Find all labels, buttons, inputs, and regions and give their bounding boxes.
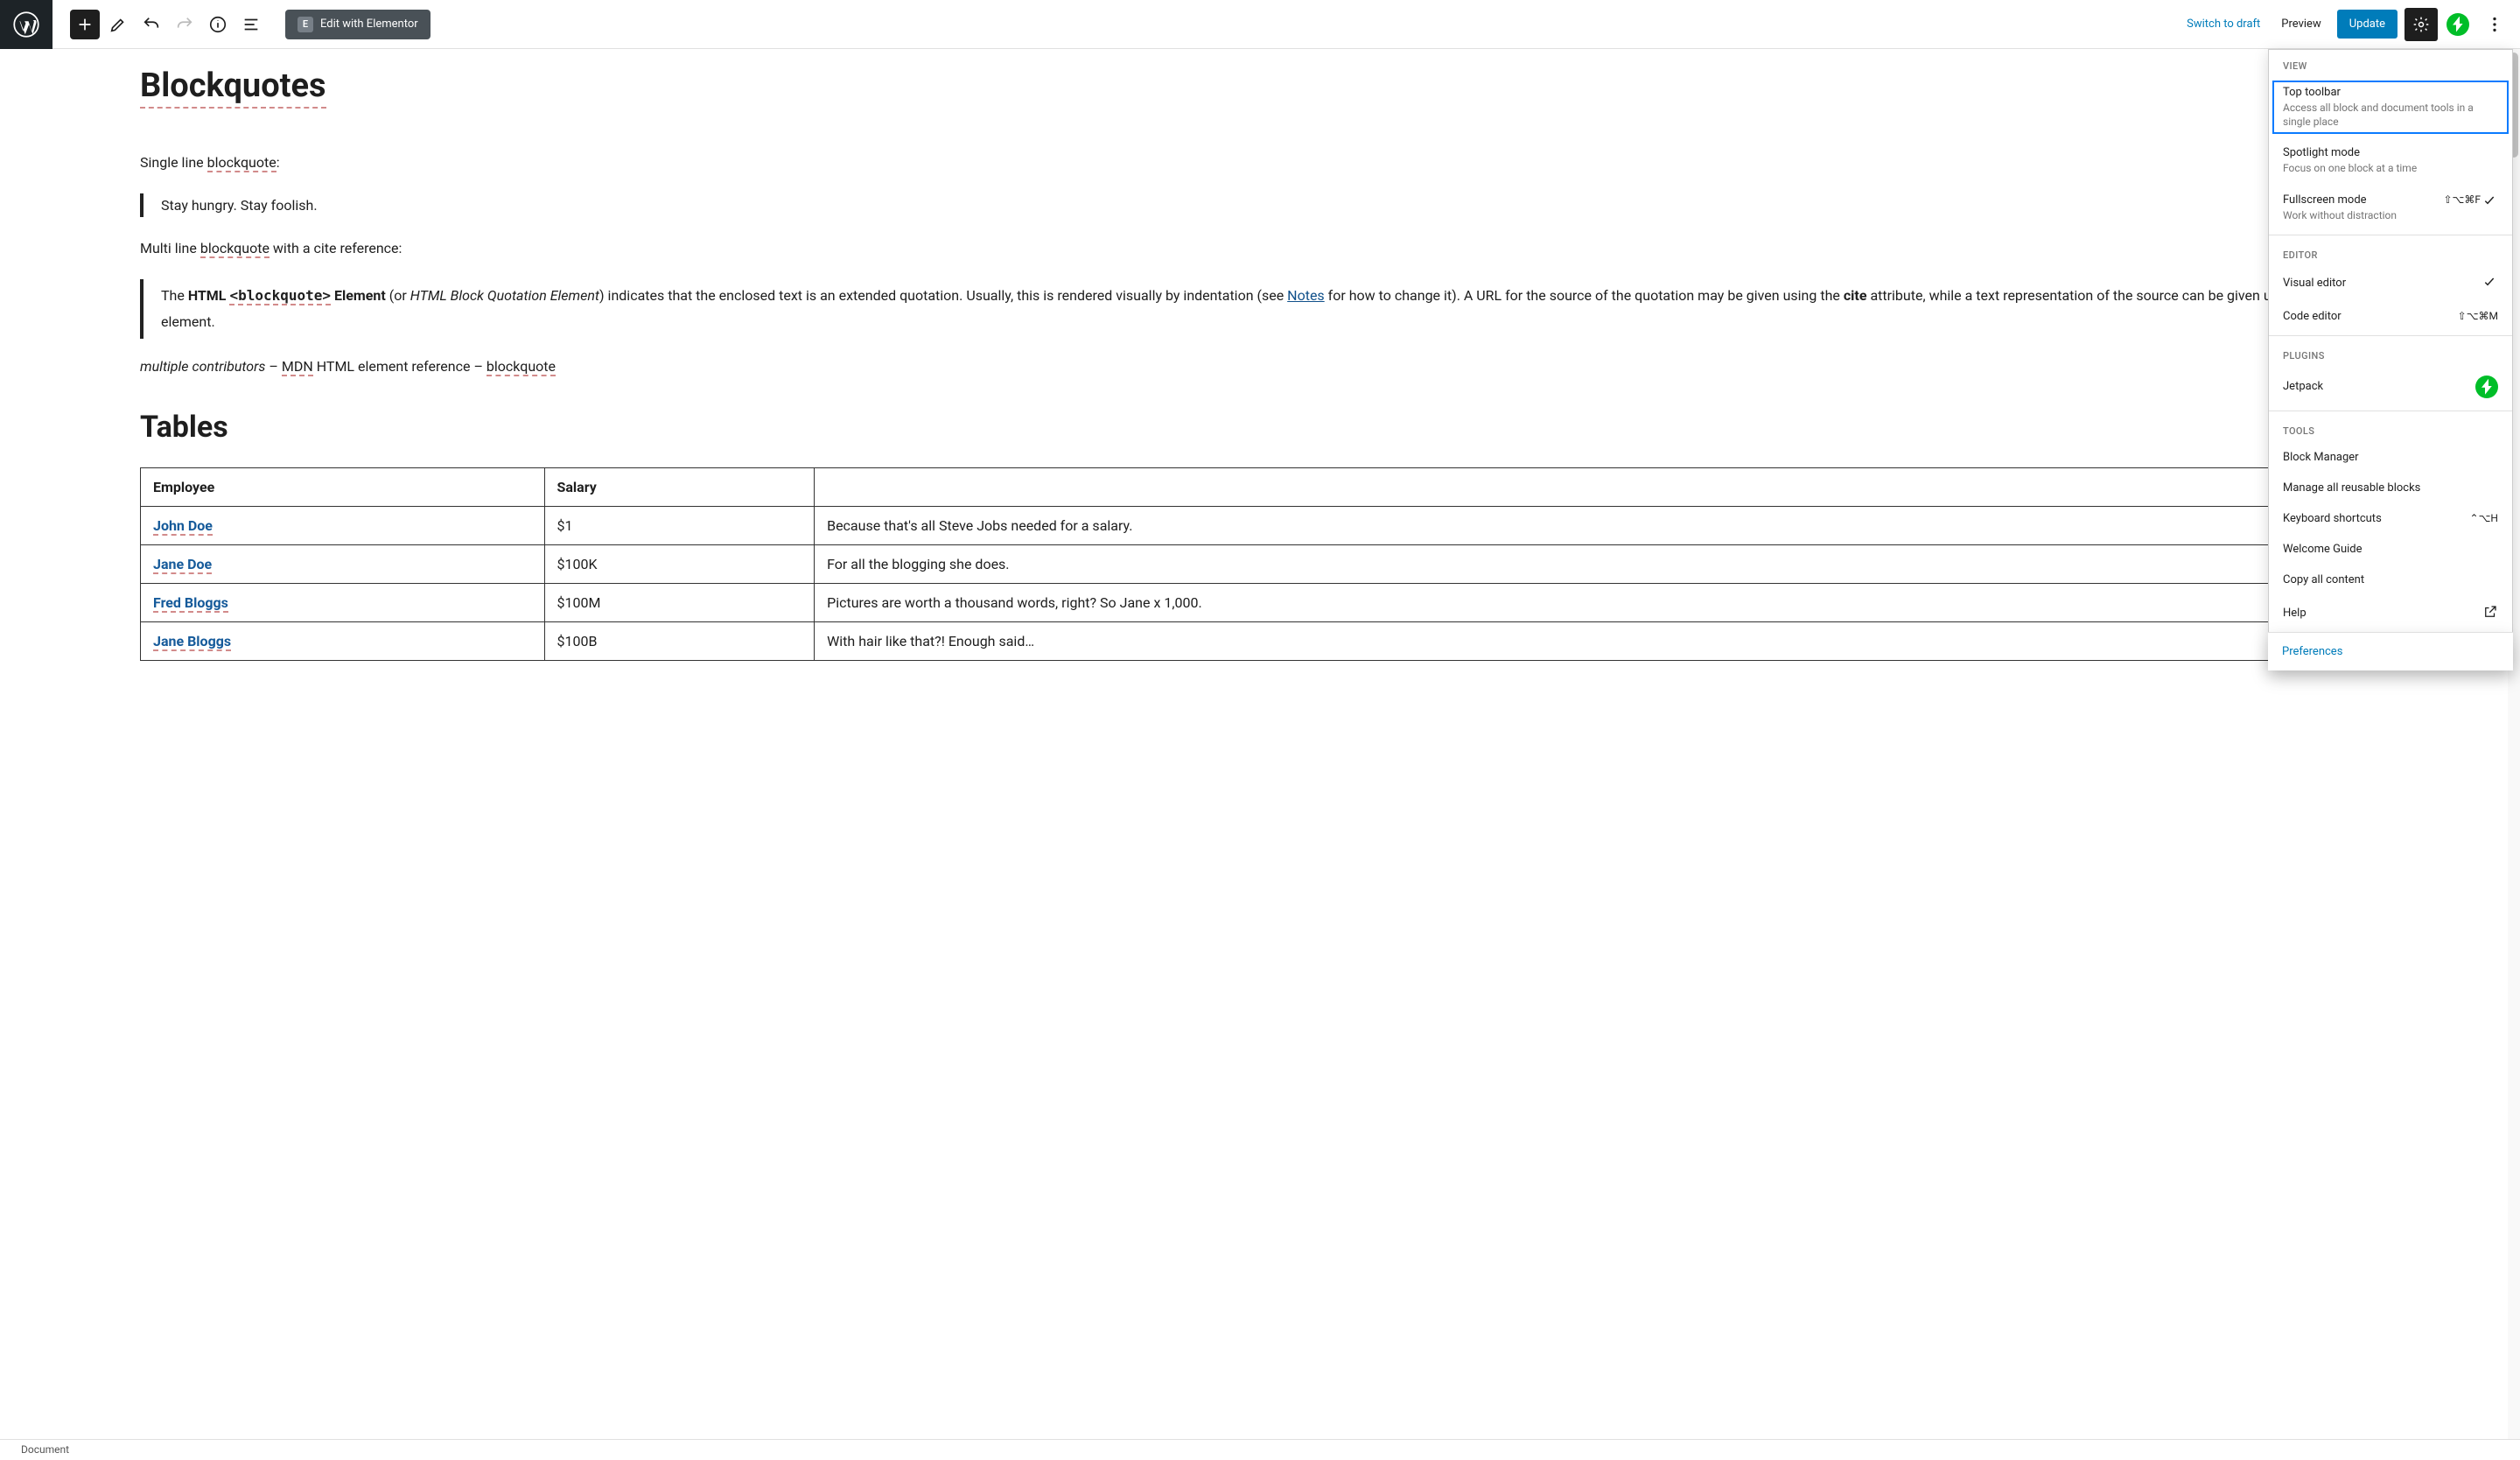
employee-link[interactable]: Fred Bloggs <box>153 594 228 613</box>
heading-tables[interactable]: Tables <box>140 410 2380 445</box>
heading-blockquotes[interactable]: Blockquotes <box>140 67 326 109</box>
employee-link[interactable]: John Doe <box>153 517 213 536</box>
employee-table[interactable]: Employee Salary John Doe $1 Because that… <box>140 467 2380 661</box>
status-bar: Document <box>0 1439 2520 1460</box>
editor-canvas[interactable]: Blockquotes Single line blockquote: Stay… <box>0 49 2520 1439</box>
wordpress-logo[interactable] <box>0 0 52 49</box>
visual-editor-option[interactable]: Visual editor <box>2269 266 2512 301</box>
preview-link[interactable]: Preview <box>2271 11 2331 38</box>
top-toolbar-option[interactable]: Top toolbar Access all block and documen… <box>2269 77 2512 137</box>
info-button[interactable] <box>203 10 233 39</box>
top-bar: E Edit with Elementor Switch to draft Pr… <box>0 0 2520 49</box>
citation-line[interactable]: multiple contributors – MDN HTML element… <box>140 358 2380 375</box>
code-editor-option[interactable]: Code editor ⇧⌥⌘M <box>2269 301 2512 332</box>
external-link-icon <box>2482 604 2498 623</box>
welcome-guide-option[interactable]: Welcome Guide <box>2269 534 2512 565</box>
redo-button <box>170 10 200 39</box>
th-note <box>815 467 2380 506</box>
th-salary: Salary <box>544 467 815 506</box>
copy-all-content-option[interactable]: Copy all content <box>2269 565 2512 595</box>
breadcrumb[interactable]: Document <box>21 1443 69 1456</box>
fullscreen-mode-option[interactable]: Fullscreen mode Work without distraction… <box>2269 185 2512 231</box>
update-button[interactable]: Update <box>2337 10 2398 39</box>
table-row[interactable]: Fred Bloggs $100M Pictures are worth a t… <box>141 583 2380 621</box>
help-option[interactable]: Help <box>2269 595 2512 632</box>
more-options-button[interactable] <box>2478 8 2511 41</box>
preferences-option[interactable]: Preferences <box>2268 633 2513 670</box>
manage-reusable-option[interactable]: Manage all reusable blocks <box>2269 473 2512 503</box>
intro-single-line[interactable]: Single line blockquote: <box>140 151 2380 174</box>
notes-link[interactable]: Notes <box>1287 287 1325 304</box>
elementor-label: Edit with Elementor <box>320 18 418 31</box>
edit-tool-button[interactable] <box>103 10 133 39</box>
spotlight-mode-option[interactable]: Spotlight mode Focus on one block at a t… <box>2269 137 2512 184</box>
table-row[interactable]: Jane Bloggs $100B With hair like that?! … <box>141 621 2380 660</box>
jetpack-button[interactable] <box>2441 8 2474 41</box>
jetpack-icon <box>2475 376 2498 398</box>
th-employee: Employee <box>141 467 545 506</box>
tools-section-label: TOOLS <box>2269 415 2512 442</box>
table-row[interactable]: John Doe $1 Because that's all Steve Job… <box>141 506 2380 544</box>
editor-section-label: EDITOR <box>2269 239 2512 266</box>
jetpack-icon <box>2446 13 2469 36</box>
employee-link[interactable]: Jane Doe <box>153 556 212 574</box>
settings-button[interactable] <box>2404 8 2438 41</box>
employee-link[interactable]: Jane Bloggs <box>153 633 231 651</box>
options-dropdown: VIEW Top toolbar Access all block and do… <box>2268 49 2513 670</box>
view-section-label: VIEW <box>2269 50 2512 77</box>
block-manager-option[interactable]: Block Manager <box>2269 442 2512 473</box>
jetpack-option[interactable]: Jetpack <box>2269 367 2512 407</box>
switch-to-draft-link[interactable]: Switch to draft <box>2176 11 2271 38</box>
blockquote-multi[interactable]: The HTML <blockquote> Element (or HTML B… <box>140 279 2380 338</box>
table-row[interactable]: Jane Doe $100K For all the blogging she … <box>141 544 2380 583</box>
undo-button[interactable] <box>136 10 166 39</box>
edit-with-elementor-button[interactable]: E Edit with Elementor <box>285 10 430 39</box>
blockquote-single[interactable]: Stay hungry. Stay foolish. <box>140 193 2380 217</box>
plugins-section-label: PLUGINS <box>2269 340 2512 367</box>
check-icon <box>2481 275 2498 292</box>
intro-multi-line[interactable]: Multi line blockquote with a cite refere… <box>140 236 2380 260</box>
elementor-icon: E <box>298 17 313 32</box>
add-block-button[interactable] <box>70 10 100 39</box>
check-icon <box>2481 193 2498 211</box>
outline-button[interactable] <box>236 10 266 39</box>
keyboard-shortcuts-option[interactable]: Keyboard shortcuts ⌃⌥H <box>2269 503 2512 534</box>
